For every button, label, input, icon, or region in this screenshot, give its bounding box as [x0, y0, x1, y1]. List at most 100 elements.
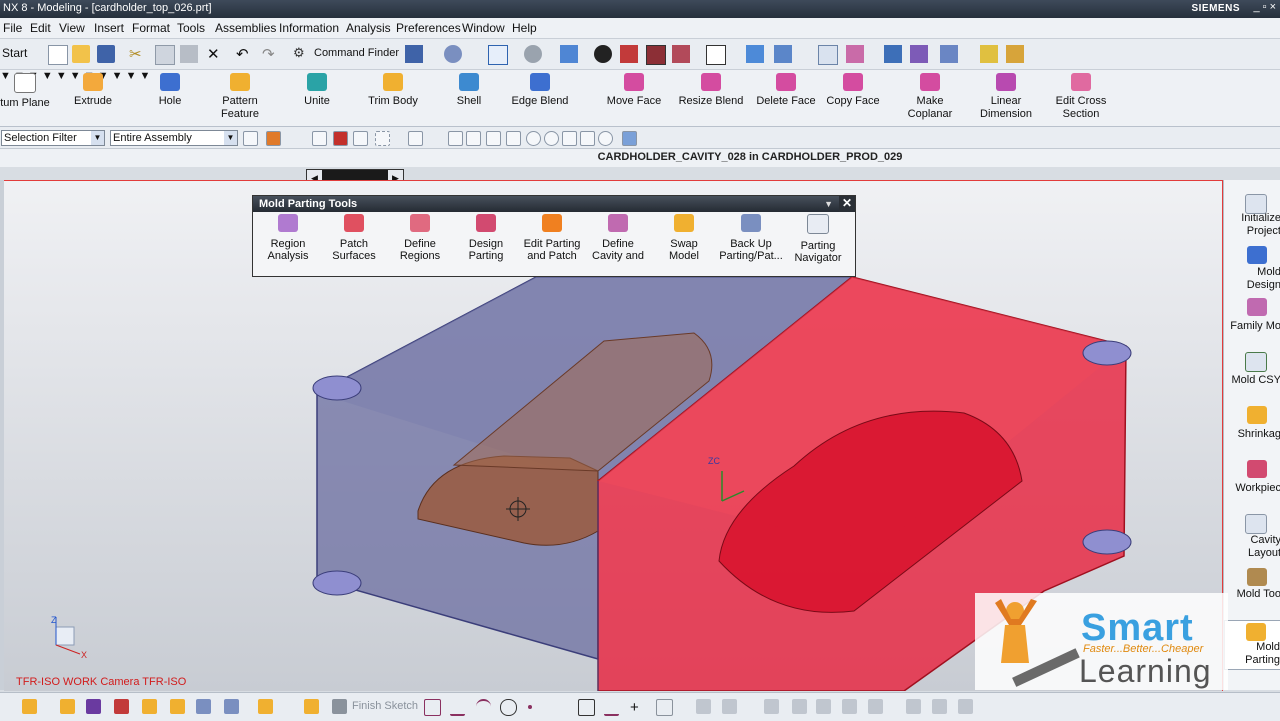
- delete-icon[interactable]: ✕: [207, 45, 225, 63]
- general-selection-icon[interactable]: [312, 131, 327, 146]
- snap-icon[interactable]: [884, 45, 902, 63]
- cavity-layout-button[interactable]: Cavity Layout: [1224, 512, 1280, 560]
- datum-plane-button[interactable]: tum Plane: [0, 72, 50, 110]
- pattern-icon[interactable]: [868, 699, 883, 714]
- mirror-icon[interactable]: [842, 699, 857, 714]
- assembly-constraints-icon[interactable]: [774, 45, 792, 63]
- offset-icon[interactable]: [816, 699, 831, 714]
- datum-icon[interactable]: [846, 45, 864, 63]
- polygon-icon[interactable]: [656, 699, 673, 716]
- workpiece-button[interactable]: Workpiec: [1224, 458, 1280, 498]
- arrow-icon[interactable]: [940, 45, 958, 63]
- constraint-icon[interactable]: [906, 699, 921, 714]
- rectangle-icon[interactable]: [578, 699, 595, 716]
- snap-quadrant-icon[interactable]: [544, 131, 559, 146]
- shell-button[interactable]: Shell: [452, 72, 486, 108]
- menu-view[interactable]: View: [59, 21, 85, 35]
- studio-icon[interactable]: [646, 45, 666, 65]
- edit-parting-and-patch-button[interactable]: Edit Parting and Patch: [519, 214, 585, 262]
- resize-blend-button[interactable]: Resize Blend: [678, 72, 744, 108]
- select-features-icon[interactable]: [333, 131, 348, 146]
- make-coplanar-button[interactable]: Make Coplanar: [904, 72, 956, 121]
- shaded-edges-icon[interactable]: [620, 45, 638, 63]
- snap-point-icon[interactable]: [622, 131, 637, 146]
- open-icon[interactable]: [72, 45, 90, 63]
- wcs-icon[interactable]: [818, 45, 838, 65]
- circle-icon[interactable]: [500, 699, 517, 716]
- snap-endpoint-icon[interactable]: [408, 131, 423, 146]
- paste-icon[interactable]: [180, 45, 198, 63]
- edit-icon[interactable]: [86, 699, 101, 714]
- snap-existing-icon[interactable]: [562, 131, 577, 146]
- chevron-down-icon[interactable]: ▼: [824, 196, 833, 212]
- view-options-icon[interactable]: [524, 45, 542, 63]
- snap-tangent-icon[interactable]: [466, 131, 481, 146]
- exit-icon[interactable]: [114, 699, 129, 714]
- mold-parting-tools-header[interactable]: Mold Parting Tools ▼ ✕: [253, 196, 855, 212]
- chevron-down-icon[interactable]: ▼: [126, 70, 137, 82]
- line-icon[interactable]: [450, 699, 465, 716]
- sketch-point-icon[interactable]: [528, 705, 532, 709]
- delete-face-button[interactable]: Delete Face: [754, 72, 818, 108]
- copy-icon[interactable]: [155, 45, 175, 65]
- trim-icon[interactable]: [696, 699, 711, 714]
- parting-navigator-button[interactable]: Parting Navigator: [785, 214, 851, 264]
- menu-assemblies[interactable]: Assemblies: [215, 21, 276, 35]
- snap-line-icon[interactable]: [448, 131, 463, 146]
- select-all-icon[interactable]: [266, 131, 281, 146]
- selection-scope-dropdown[interactable]: Entire Assembly ▼: [110, 130, 238, 146]
- menu-analysis[interactable]: Analysis: [346, 21, 391, 35]
- back-up-parting-button[interactable]: Back Up Parting/Pat...: [717, 214, 785, 262]
- create-icon[interactable]: [60, 699, 75, 714]
- face-analysis-icon[interactable]: [672, 45, 690, 63]
- pattern-feature-button[interactable]: Pattern Feature: [214, 72, 266, 121]
- measure-icon[interactable]: [1006, 45, 1024, 63]
- snap-center-icon[interactable]: [526, 131, 541, 146]
- selection-filter-dropdown[interactable]: Selection Filter ▼: [1, 130, 105, 146]
- chevron-down-icon[interactable]: ▼: [140, 70, 151, 82]
- close-icon[interactable]: ✕: [839, 196, 855, 212]
- save-icon[interactable]: [97, 45, 115, 63]
- background-icon[interactable]: [706, 45, 726, 65]
- move-face-button[interactable]: Move Face: [604, 72, 664, 108]
- extend-icon[interactable]: [722, 699, 737, 714]
- select-faces-icon[interactable]: [353, 131, 368, 146]
- fit-icon[interactable]: [488, 45, 508, 65]
- finish-sketch-icon[interactable]: [332, 699, 347, 714]
- save-options-icon[interactable]: [405, 45, 423, 63]
- point-icon[interactable]: [910, 45, 928, 63]
- copy-face-button[interactable]: Copy Face: [824, 72, 882, 108]
- move-component-icon[interactable]: [746, 45, 764, 63]
- menu-help[interactable]: Help: [512, 21, 537, 35]
- define-cavity-and-core-button[interactable]: Define Cavity and: [585, 214, 651, 262]
- unite-button[interactable]: Unite: [298, 72, 336, 108]
- edit-cross-section-button[interactable]: Edit Cross Section: [1052, 72, 1110, 121]
- menu-format[interactable]: Format: [132, 21, 170, 35]
- snap-midpoint-icon[interactable]: [486, 131, 501, 146]
- snap-control-icon[interactable]: [506, 131, 521, 146]
- start-button[interactable]: Start: [2, 46, 27, 60]
- shaded-icon[interactable]: [594, 45, 612, 63]
- swap-model-button[interactable]: Swap Model: [651, 214, 717, 262]
- select-box-icon[interactable]: [375, 131, 390, 146]
- menu-preferences[interactable]: Preferences: [396, 21, 461, 35]
- menu-tools[interactable]: Tools: [177, 21, 205, 35]
- chamfer-icon[interactable]: [792, 699, 807, 714]
- mold-tools-button[interactable]: Mold Too: [1224, 566, 1280, 604]
- patch-surfaces-button[interactable]: Patch Surfaces: [321, 214, 387, 262]
- rotate-icon[interactable]: [224, 699, 239, 714]
- hole-button[interactable]: Hole: [150, 72, 190, 108]
- chevron-down-icon[interactable]: ▼: [56, 70, 67, 82]
- design-parting-button[interactable]: Design Parting: [453, 214, 519, 262]
- window-controls[interactable]: _ ▫ ×: [1253, 1, 1276, 13]
- command-finder-button[interactable]: Command Finder: [314, 47, 399, 59]
- assembly-icon[interactable]: [196, 699, 211, 714]
- initialize-project-button[interactable]: Initialize Project: [1224, 192, 1280, 240]
- fillet-icon[interactable]: [764, 699, 779, 714]
- family-mold-button[interactable]: Family Mo: [1224, 296, 1280, 336]
- point-icon[interactable]: [22, 699, 37, 714]
- redo-icon[interactable]: ↷: [262, 45, 280, 63]
- shrinkage-button[interactable]: Shrinkag: [1224, 404, 1280, 444]
- sketch-icon[interactable]: [258, 699, 273, 714]
- trim-body-button[interactable]: Trim Body: [366, 72, 420, 108]
